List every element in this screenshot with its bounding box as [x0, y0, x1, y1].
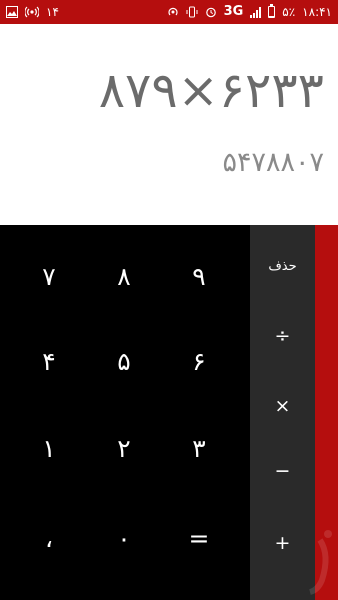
clock: ۱۸:۴۱ — [302, 5, 332, 19]
key-5[interactable]: ۵ — [87, 324, 161, 398]
notification-count: ۱۴ — [46, 5, 59, 19]
key-3[interactable]: ۳ — [162, 411, 236, 485]
vibrate-icon — [186, 0, 198, 24]
hotspot-icon — [167, 0, 179, 24]
key-6[interactable]: ۶ — [162, 324, 236, 398]
broadcast-icon — [25, 0, 39, 24]
key-0[interactable]: ۰ — [87, 501, 161, 575]
calculator-display: ۸۷۹×۶۲۳۳ ۵۴۷۸۸۰۷ — [0, 24, 338, 225]
delete-button[interactable]: حذف — [250, 236, 315, 296]
key-9[interactable]: ۹ — [162, 239, 236, 313]
expression-text[interactable]: ۸۷۹×۶۲۳۳ — [99, 62, 324, 119]
result-text: ۵۴۷۸۸۰۷ — [222, 147, 324, 178]
network-type: 3G — [223, 4, 244, 19]
key-2[interactable]: ۲ — [87, 411, 161, 485]
status-bar: ۱۴ 3G ۵٪ ۱۸:۴۱ — [0, 0, 338, 24]
status-bar-right: 3G ۵٪ ۱۸:۴۱ — [167, 0, 332, 24]
key-8[interactable]: ۸ — [87, 239, 161, 313]
multiply-button[interactable]: × — [250, 376, 315, 436]
signal-icon — [250, 6, 262, 18]
key-7[interactable]: ۷ — [12, 239, 86, 313]
key-decimal[interactable]: ، — [12, 501, 86, 575]
subtract-button[interactable]: − — [250, 441, 315, 501]
alarm-icon — [205, 0, 217, 24]
battery-icon — [268, 0, 276, 24]
number-keypad: ۷ ۸ ۹ ۴ ۵ ۶ ۱ ۲ ۳ ، ۰ = — [0, 225, 250, 600]
equals-button[interactable]: = — [162, 501, 236, 575]
watermark-logo-icon — [309, 530, 332, 595]
divide-button[interactable]: ÷ — [250, 306, 315, 366]
key-1[interactable]: ۱ — [12, 411, 86, 485]
battery-level: ۵٪ — [282, 5, 296, 19]
status-bar-left: ۱۴ — [6, 0, 59, 24]
key-4[interactable]: ۴ — [12, 324, 86, 398]
image-notification-icon — [6, 0, 18, 24]
